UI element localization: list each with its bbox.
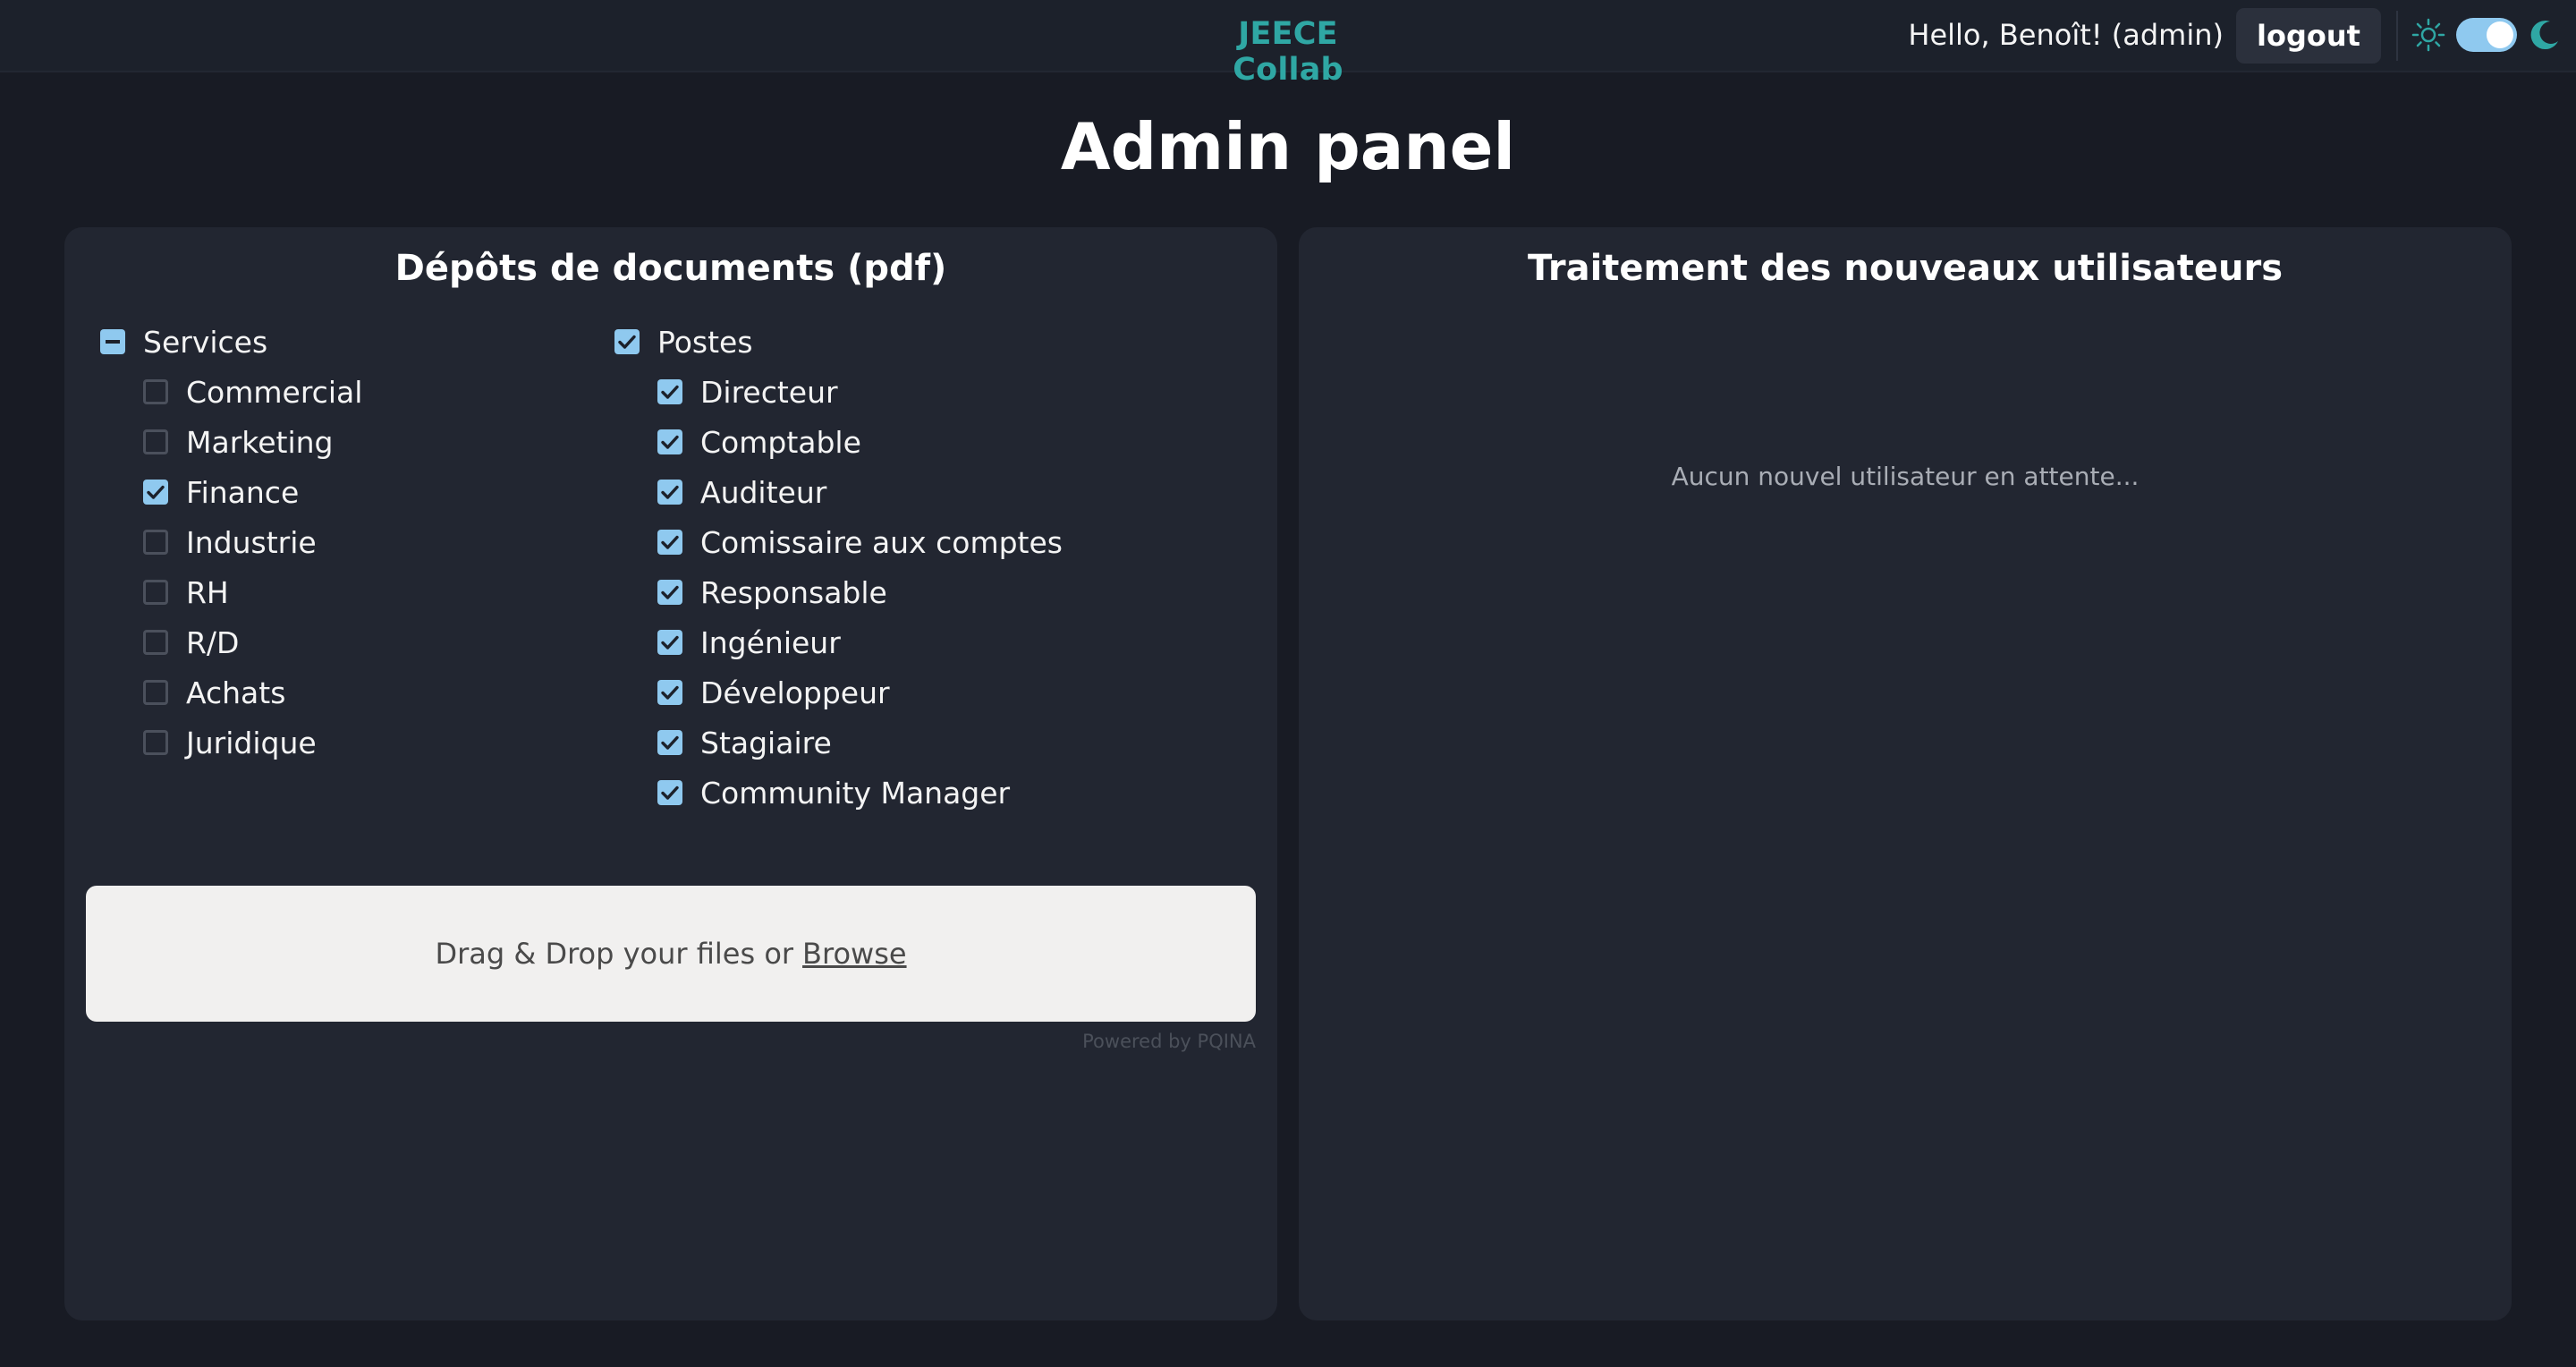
checkbox-checked-icon: [657, 429, 682, 454]
checkbox-checked-icon: [657, 530, 682, 555]
poste-checkbox-item[interactable]: Directeur: [614, 367, 1063, 417]
top-navbar: JEECE Collab Hello, Benoît! (admin) logo…: [0, 0, 2576, 88]
service-item-label: Commercial: [186, 374, 363, 410]
poste-checkbox-item[interactable]: Stagiaire: [614, 717, 1063, 768]
browse-link[interactable]: Browse: [802, 937, 907, 971]
poste-item-label: Responsable: [700, 574, 887, 610]
poste-checkbox-item[interactable]: Ingénieur: [614, 617, 1063, 667]
service-checkbox-item[interactable]: Juridique: [100, 717, 362, 768]
checkbox-empty-icon: [143, 429, 168, 454]
poste-item-label: Comissaire aux comptes: [700, 524, 1063, 560]
poste-checkbox-item[interactable]: Auditeur: [614, 467, 1063, 517]
service-checkbox-item[interactable]: Achats: [100, 667, 362, 717]
checkbox-checked-icon: [614, 329, 640, 354]
new-users-panel: Traitement des nouveaux utilisateurs Auc…: [1299, 227, 2512, 1320]
checkbox-empty-icon: [143, 580, 168, 605]
documents-panel-title: Dépôts de documents (pdf): [394, 248, 947, 289]
poste-item-label: Développeur: [700, 675, 890, 710]
poste-checkbox-item[interactable]: Développeur: [614, 667, 1063, 717]
checkbox-checked-icon: [657, 730, 682, 755]
poste-item-label: Directeur: [700, 374, 838, 410]
checkbox-empty-icon: [143, 680, 168, 705]
dropzone-text: Drag & Drop your files or: [435, 937, 794, 971]
poste-item-label: Comptable: [700, 424, 861, 460]
sun-icon: [2411, 18, 2445, 52]
service-checkbox-item[interactable]: RH: [100, 567, 362, 617]
service-checkbox-item[interactable]: Commercial: [100, 367, 362, 417]
checkbox-empty-icon: [143, 379, 168, 404]
service-item-label: Achats: [186, 675, 286, 710]
services-tree: Services Commercial Marketing Finance Indus…: [100, 317, 362, 768]
poste-checkbox-item[interactable]: Comissaire aux comptes: [614, 517, 1063, 567]
postes-tree: Postes Directeur Comptable Auditeur Comissa…: [614, 317, 1063, 818]
moon-icon: [2530, 21, 2558, 50]
service-item-label: R/D: [186, 624, 240, 660]
new-users-panel-title: Traitement des nouveaux utilisateurs: [1527, 248, 2284, 289]
poste-item-label: Stagiaire: [700, 725, 832, 760]
service-item-label: Marketing: [186, 424, 334, 460]
services-label: Services: [143, 324, 268, 360]
powered-by-link[interactable]: Powered by PQINA: [1082, 1031, 1256, 1052]
checkbox-checked-icon: [657, 580, 682, 605]
page-title: Admin panel: [1060, 109, 1516, 184]
service-checkbox-item[interactable]: Industrie: [100, 517, 362, 567]
postes-parent-checkbox[interactable]: Postes: [614, 317, 1063, 367]
theme-toggle-knob: [2487, 21, 2513, 48]
brand-logo[interactable]: JEECE Collab: [1188, 16, 1388, 88]
checkbox-checked-icon: [657, 680, 682, 705]
header-divider: [2396, 11, 2398, 61]
checkbox-checked-icon: [657, 480, 682, 505]
checkbox-checked-icon: [657, 780, 682, 805]
service-checkbox-item[interactable]: Marketing: [100, 417, 362, 467]
service-checkbox-item[interactable]: Finance: [100, 467, 362, 517]
service-checkbox-item[interactable]: R/D: [100, 617, 362, 667]
checkbox-partial-icon: [100, 329, 125, 354]
documents-panel: Dépôts de documents (pdf) Services Comme…: [64, 227, 1277, 1320]
empty-state-message: Aucun nouvel utilisateur en attente...: [1671, 462, 2140, 491]
checkbox-empty-icon: [143, 730, 168, 755]
poste-item-label: Community Manager: [700, 775, 1011, 811]
checkbox-empty-icon: [143, 530, 168, 555]
logout-button[interactable]: logout: [2236, 8, 2381, 64]
file-dropzone[interactable]: Drag & Drop your files or Browse: [86, 886, 1256, 1022]
postes-label: Postes: [657, 324, 753, 360]
poste-checkbox-item[interactable]: Community Manager: [614, 768, 1063, 818]
poste-checkbox-item[interactable]: Comptable: [614, 417, 1063, 467]
checkbox-checked-icon: [657, 379, 682, 404]
theme-toggle[interactable]: [2456, 18, 2517, 52]
service-item-label: Juridique: [186, 725, 317, 760]
service-item-label: Finance: [186, 474, 300, 510]
services-parent-checkbox[interactable]: Services: [100, 317, 362, 367]
user-greeting: Hello, Benoît! (admin): [1908, 18, 2224, 52]
poste-item-label: Auditeur: [700, 474, 827, 510]
checkbox-checked-icon: [143, 480, 168, 505]
service-item-label: Industrie: [186, 524, 317, 560]
poste-checkbox-item[interactable]: Responsable: [614, 567, 1063, 617]
service-item-label: RH: [186, 574, 229, 610]
checkbox-empty-icon: [143, 630, 168, 655]
checkbox-checked-icon: [657, 630, 682, 655]
poste-item-label: Ingénieur: [700, 624, 841, 660]
